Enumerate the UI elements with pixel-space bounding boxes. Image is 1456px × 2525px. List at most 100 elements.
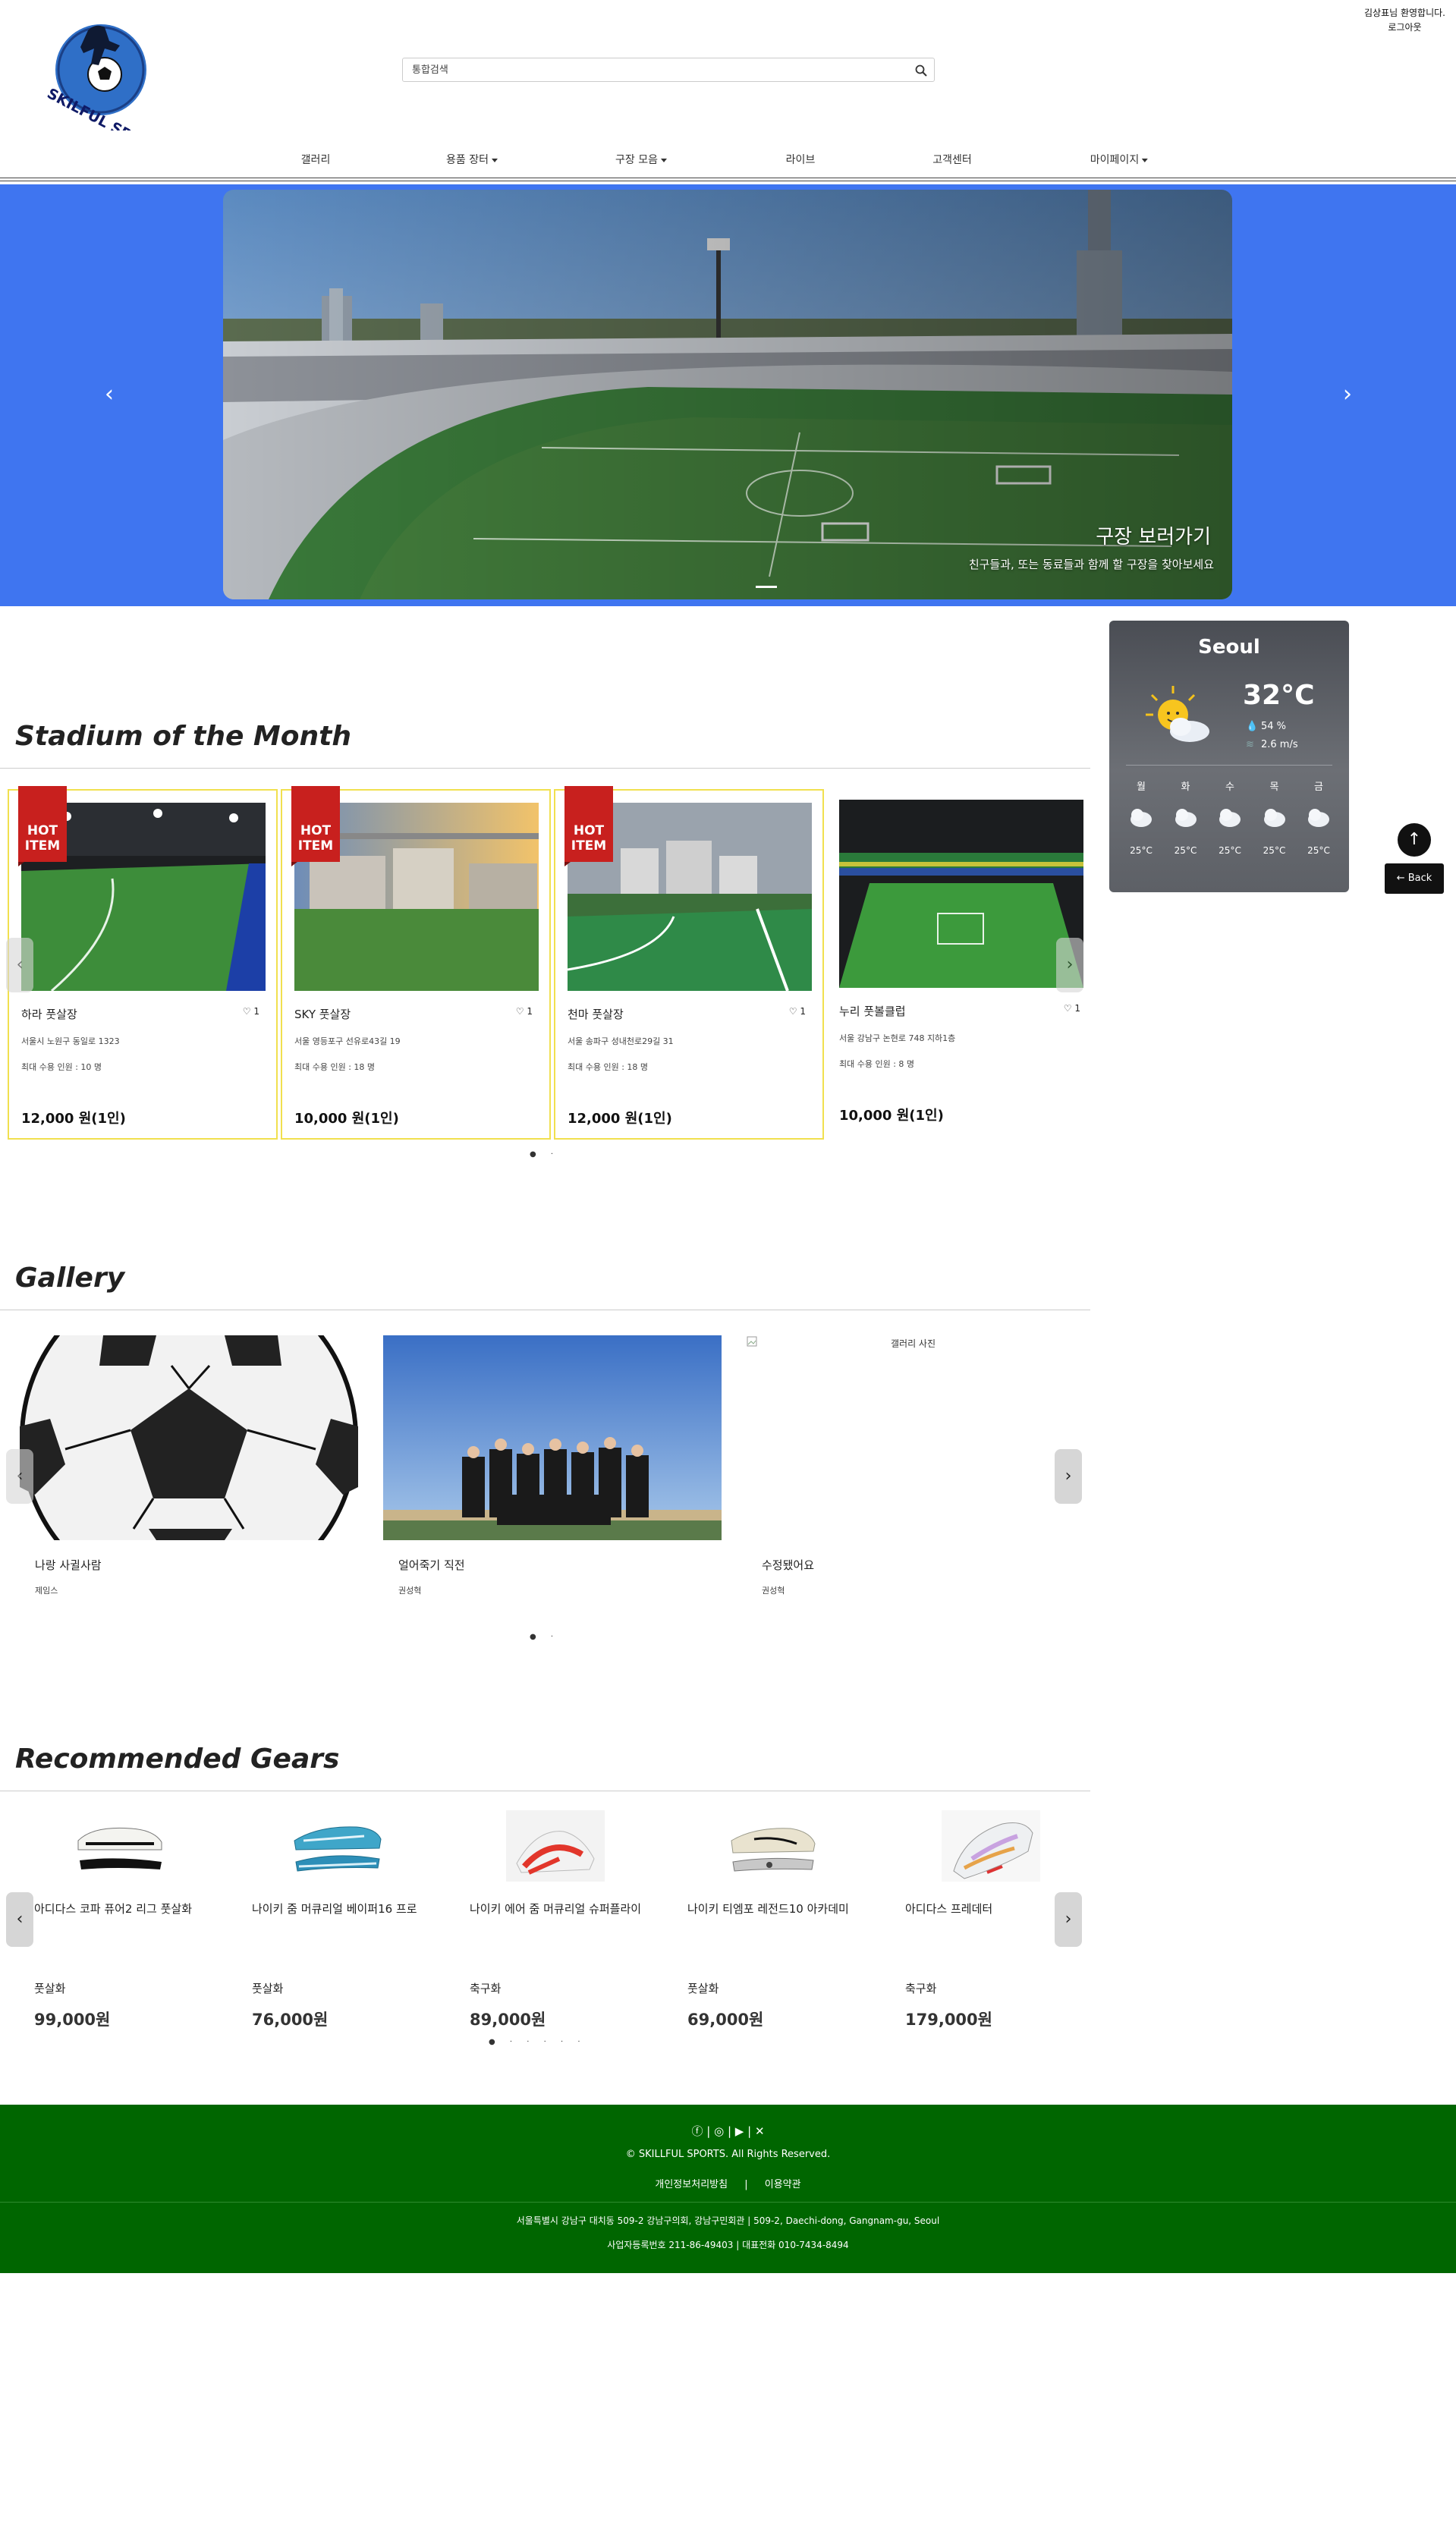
gallery-image [383,1335,722,1540]
like-button[interactable]: ♡ 1 [516,1006,533,1017]
nav-live[interactable]: 라이브 [786,149,816,171]
like-button[interactable]: ♡ 1 [1064,1003,1080,1014]
gallery-image-broken: 갤러리 사진 [747,1335,1085,1540]
like-count: 1 [800,1006,806,1017]
forecast-temp: 25°C [1130,845,1153,856]
weather-city: Seoul [1198,636,1260,659]
like-count: 1 [1074,1003,1080,1014]
scroll-top-button[interactable]: ↑ [1398,823,1431,857]
gallery-author: 제임스 [35,1586,58,1596]
stadium-card[interactable]: HOT ITEM 하라 풋살장 ♡ 1 서울시 노원구 동일로 1323 최대 수… [8,786,278,1140]
gallery-card[interactable]: 갤러리 사진 수정됐어요 권성혁 [747,1335,1085,1608]
stadium-capacity: 최대 수용 인원 : 10 명 [21,1062,102,1072]
stadium-name: 누리 풋볼클럽 [839,1005,906,1018]
nav-equipment-market[interactable]: 용품 장터 [446,149,498,171]
gear-prev-button[interactable]: ‹ [6,1892,33,1947]
nav-stadiums[interactable]: 구장 모음 [615,149,667,171]
gear-pagination[interactable]: ● · · · · · [489,2038,586,2046]
gear-card[interactable]: 나이키 에어 줌 머큐리얼 슈퍼플라이 축구화 89,000원 [470,1806,679,2049]
hero-indicator[interactable] [756,586,777,588]
broken-image-icon [747,1335,757,1350]
gallery-title: 수정됐어요 [762,1558,815,1572]
facebook-icon[interactable]: ⓕ [691,2124,703,2138]
stadium-name: 천마 풋살장 [568,1008,624,1021]
caret-down-icon [491,158,498,162]
gear-card[interactable]: 나이키 티엠포 레전드10 아카데미 풋살화 69,000원 [687,1806,897,2049]
like-button[interactable]: ♡ 1 [243,1006,259,1017]
svg-text:HOT: HOT [300,823,332,838]
nav-mypage[interactable]: 마이페이지 [1090,149,1149,171]
caret-down-icon [660,158,667,162]
separator: | [706,2124,715,2138]
gear-card[interactable]: 아디다스 프레데터 축구화 179,000원 [905,1806,1115,2049]
heart-icon: ♡ [1063,1003,1072,1014]
gear-image [724,1806,822,1886]
stadium-card[interactable]: HOT ITEM SKY 풋살장 ♡ 1 서울 영등포구 선유로43길 19 최대… [281,786,551,1140]
gallery-title: 얼어죽기 직전 [398,1558,465,1572]
instagram-icon[interactable]: ◎ [714,2124,724,2138]
heart-icon: ♡ [242,1006,251,1017]
stadium-capacity: 최대 수용 인원 : 18 명 [294,1062,376,1072]
gear-category: 풋살화 [252,1982,284,1995]
gallery-card[interactable]: 나랑 사귈사람 제임스 [20,1335,358,1608]
cloud-icon [1120,806,1162,832]
forecast-day: 수 [1225,781,1234,793]
hero-slide-image[interactable]: 구장 보러가기 친구들과, 또는 동료들과 함께 할 구장을 찾아보세요 [223,190,1232,599]
gallery-author: 권성혁 [762,1586,785,1596]
svg-text:ITEM: ITEM [25,838,60,854]
stadium-prev-button[interactable]: ‹ [6,938,33,992]
footer-address: 서울특별시 강남구 대치동 509-2 강남구의회, 강남구민회관 | 509-… [516,2215,940,2226]
stadium-pagination[interactable]: ● · [530,1150,559,1159]
stadium-photo [839,800,1083,988]
forecast-temp: 25°C [1307,845,1330,856]
gear-card[interactable]: 나이키 줌 머큐리얼 베이퍼16 프로 풋살화 76,000원 [252,1806,461,2049]
hero-next-button[interactable]: › [1332,379,1363,410]
logout-link[interactable]: 로그아웃 [1364,20,1445,35]
gear-image [942,1806,1040,1886]
x-icon[interactable]: ✕ [755,2124,765,2138]
privacy-link[interactable]: 개인정보처리방침 [655,2179,728,2190]
gallery-prev-button[interactable]: ‹ [6,1449,33,1504]
gear-name: 아디다스 코파 퓨어2 리그 풋살화 [34,1902,193,1916]
hero-caption-title: 구장 보러가기 [1096,526,1211,549]
stadium-price: 12,000 원(1인) [21,1111,126,1127]
gallery-pagination[interactable]: ● · [530,1633,559,1641]
forecast-temp: 25°C [1174,845,1197,856]
gear-next-button[interactable]: › [1055,1892,1082,1947]
footer-business-info: 사업자등록번호 211-86-49403 | 대표전화 010-7434-849… [607,2240,849,2250]
search-input[interactable] [403,58,888,81]
stadium-address: 서울 송파구 성내천로29길 31 [568,1036,674,1046]
weather-wind: 2.6 m/s [1261,739,1298,750]
weather-widget: Seoul 32°C 💧 54 % ≋ 2.6 m/s 월 화 수 목 금 25… [1109,621,1349,892]
back-button[interactable]: ← Back [1385,863,1444,894]
gear-image [288,1806,387,1886]
svg-text:HOT: HOT [27,823,58,838]
gallery-image [20,1335,358,1540]
forecast-day: 금 [1314,781,1323,793]
gallery-next-button[interactable]: › [1055,1449,1082,1504]
image-alt-text: 갤러리 사진 [891,1338,936,1349]
separator: | [744,2179,748,2190]
gear-card[interactable]: 아디다스 코파 퓨어2 리그 풋살화 풋살화 99,000원 [34,1806,244,2049]
stadium-card[interactable]: HOT ITEM 천마 풋살장 ♡ 1 서울 송파구 성내천로29길 31 최대 … [554,786,824,1140]
hero-prev-button[interactable]: ‹ [94,379,124,410]
site-logo[interactable]: SKILFUL SPORTS [44,11,172,164]
gallery-card[interactable]: 얼어죽기 직전 권성혁 [383,1335,722,1608]
gallery-author: 권성혁 [398,1586,422,1596]
weather-humidity: 54 % [1261,721,1287,732]
forecast-temp: 25°C [1219,845,1241,856]
main-nav: 갤러리 용품 장터 구장 모음 라이브 고객센터 마이페이지 [0,149,1456,181]
youtube-icon[interactable]: ▶ [735,2124,744,2138]
gear-name: 나이키 줌 머큐리얼 베이퍼16 프로 [252,1902,417,1916]
like-count: 1 [527,1006,533,1017]
nav-gallery[interactable]: 갤러리 [301,149,331,171]
forecast-day: 월 [1137,781,1146,793]
nav-customer-center[interactable]: 고객센터 [932,149,972,171]
search-icon[interactable] [914,64,928,77]
like-button[interactable]: ♡ 1 [789,1006,806,1017]
stadium-next-button[interactable]: › [1056,938,1083,992]
stadium-capacity: 최대 수용 인원 : 18 명 [568,1062,649,1072]
heart-icon: ♡ [788,1006,797,1017]
gear-name: 나이키 티엠포 레전드10 아카데미 [687,1902,849,1916]
terms-link[interactable]: 이용약관 [765,2179,801,2190]
